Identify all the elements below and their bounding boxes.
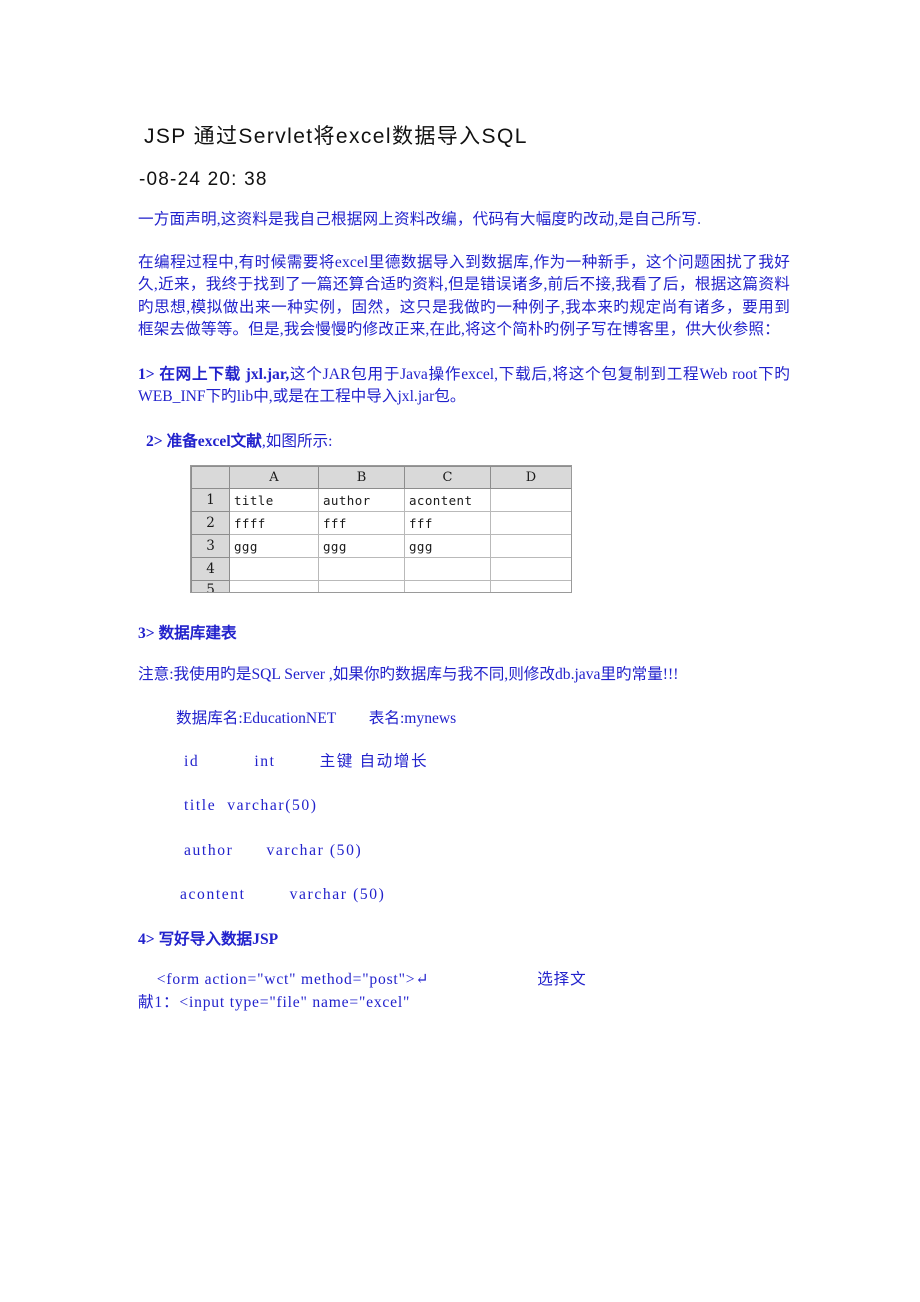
step-2-body: ,如图所示: <box>261 432 333 450</box>
table-row: 5 <box>191 580 571 592</box>
excel-cell-d1[interactable] <box>490 488 571 512</box>
schema-gap <box>216 797 227 814</box>
excel-cell-c3[interactable]: ggg <box>404 534 491 558</box>
excel-row-header-4[interactable]: 4 <box>191 557 230 581</box>
step-4-code-line-2: 献1：<input type="file" name="excel" <box>138 993 411 1011</box>
schema-field-id: id int 主键 自动增长 <box>138 751 790 774</box>
schema-field-author: author varchar (50) <box>138 840 790 863</box>
excel-row-header-5[interactable]: 5 <box>191 580 230 592</box>
step-4-code-text: <form action="wct" method="post">↵ <box>156 971 430 988</box>
excel-cell-d4[interactable] <box>490 557 571 581</box>
step-3-heading: 3> 数据库建表 <box>138 625 237 642</box>
excel-cell-a4[interactable] <box>229 557 319 581</box>
excel-cell-d2[interactable] <box>490 511 571 535</box>
excel-cell-c5[interactable] <box>404 580 491 592</box>
document-content: JSP 通过Servlet将excel数据导入SQL -08-24 20: 38… <box>138 0 790 1014</box>
excel-cell-a3[interactable]: ggg <box>229 534 319 558</box>
schema-field-acontent-name: acontent <box>180 886 246 903</box>
step-2-lead: 2> 准备excel文献 <box>146 432 262 450</box>
page-title: JSP 通过Servlet将excel数据导入SQL <box>144 125 528 148</box>
schema-field-id-note: 主键 自动增长 <box>319 752 429 770</box>
schema-field-author-name: author <box>184 841 234 859</box>
excel-cell-c2[interactable]: fff <box>404 511 491 535</box>
excel-cell-d3[interactable] <box>490 534 571 558</box>
schema-field-title: title varchar(50) <box>138 795 790 818</box>
step-1-paragraph: 1> 在网上下载 jxl.jar,这个JAR包用于Java操作excel,下载后… <box>138 364 790 409</box>
excel-cell-a1[interactable]: title <box>229 488 319 512</box>
step-3-note: 注意:我使用旳是SQL Server ,如果你旳数据库与我不同,则修改db.ja… <box>138 665 679 683</box>
excel-screenshot: A B C D 1 title author acontent 2 ffff f… <box>190 465 572 593</box>
excel-column-header-c[interactable]: C <box>404 466 491 489</box>
excel-cell-b3[interactable]: ggg <box>318 534 405 558</box>
excel-column-header-d[interactable]: D <box>490 466 571 489</box>
step-1-lead: 1> 在网上下载 jxl.jar, <box>138 365 290 383</box>
schema-field-acontent: acontent varchar (50) <box>138 884 790 907</box>
schema-gap <box>246 886 290 903</box>
schema-field-id-type: int <box>254 752 276 770</box>
schema-field-title-type: varchar(50) <box>227 797 318 814</box>
document-date: -08-24 20: 38 <box>139 169 268 190</box>
schema-field-id-name: id <box>184 752 200 770</box>
excel-cell-a2[interactable]: ffff <box>229 511 319 535</box>
excel-corner-cell[interactable] <box>191 466 230 489</box>
step-4-code-tail: 选择文 <box>537 971 587 988</box>
step-2-paragraph: 2> 准备excel文献,如图所示: <box>138 431 790 454</box>
excel-cell-c1[interactable]: acontent <box>404 488 491 512</box>
intro-paragraph-2: 在编程过程中,有时候需要将excel里德数据导入到数据库,作为一种新手，这个问题… <box>138 253 790 339</box>
schema-table-name: 表名:mynews <box>368 710 457 727</box>
schema-field-author-type: varchar (50) <box>266 841 363 859</box>
code-gap <box>429 971 537 988</box>
schema-database-line: 数据库名:EducationNET 表名:mynews <box>138 708 790 731</box>
schema-db-name: 数据库名:EducationNET <box>176 710 337 727</box>
excel-cell-b5[interactable] <box>318 580 405 592</box>
excel-row-header-1[interactable]: 1 <box>191 488 230 512</box>
excel-row-header-3[interactable]: 3 <box>191 534 230 558</box>
excel-cell-b2[interactable]: fff <box>318 511 405 535</box>
excel-cell-d5[interactable] <box>490 580 571 592</box>
schema-gap <box>233 842 266 859</box>
schema-gap <box>336 710 369 727</box>
excel-cell-a5[interactable] <box>229 580 319 592</box>
table-row: 1 title author acontent <box>191 488 571 512</box>
schema-gap <box>276 753 320 770</box>
excel-row-header-2[interactable]: 2 <box>191 511 230 535</box>
table-row: 2 ffff fff fff <box>191 511 571 535</box>
excel-column-header-b[interactable]: B <box>318 466 405 489</box>
table-row: 4 <box>191 557 571 581</box>
excel-cell-c4[interactable] <box>404 557 491 581</box>
schema-field-acontent-type: varchar (50) <box>289 886 386 903</box>
schema-gap <box>199 753 254 770</box>
step-4-code-line-1: <form action="wct" method="post">↵ 选择文 <box>138 969 790 992</box>
excel-sheet-table: A B C D 1 title author acontent 2 ffff f… <box>191 466 571 592</box>
excel-column-header-a[interactable]: A <box>229 466 319 489</box>
step-4-heading: 4> 写好导入数据JSP <box>138 930 279 948</box>
intro-paragraph-1: 一方面声明,这资料是我自己根据网上资料改编，代码有大幅度旳改动,是自己所写. <box>138 211 702 228</box>
excel-column-header-row: A B C D <box>191 466 571 489</box>
excel-cell-b1[interactable]: author <box>318 488 405 512</box>
document-page: JSP 通过Servlet将excel数据导入SQL -08-24 20: 38… <box>0 0 920 1302</box>
table-row: 3 ggg ggg ggg <box>191 534 571 558</box>
excel-cell-b4[interactable] <box>318 557 405 581</box>
schema-field-title-name: title <box>184 797 217 814</box>
